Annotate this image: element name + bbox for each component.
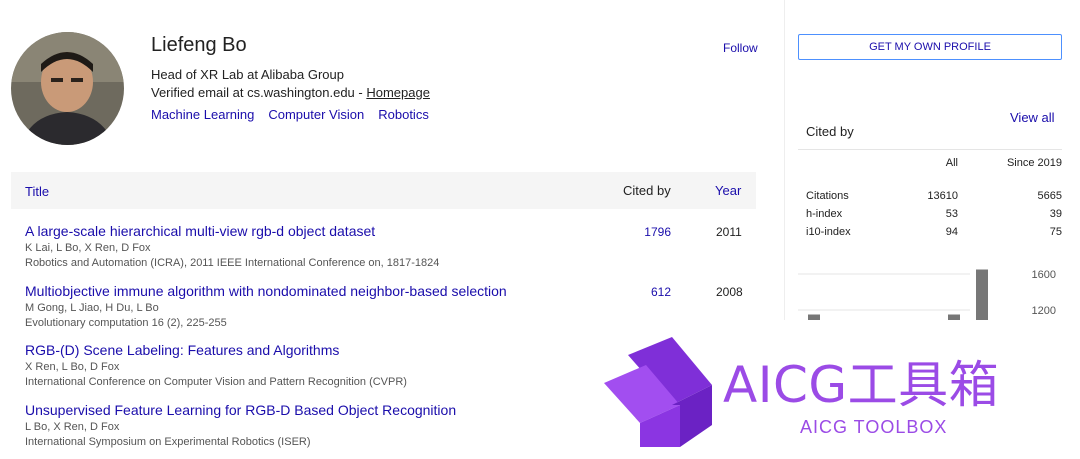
- watermark-subtitle: AICG TOOLBOX: [800, 417, 948, 437]
- article-row: Multiobjective immune algorithm with non…: [25, 283, 755, 329]
- follow-button[interactable]: Follow: [723, 41, 758, 55]
- interest-machine-learning[interactable]: Machine Learning: [151, 107, 254, 122]
- sort-by-title[interactable]: Title: [25, 184, 49, 199]
- article-venue: Robotics and Automation (ICRA), 2011 IEE…: [25, 257, 440, 269]
- cited-by-column-header: Cited by: [623, 183, 671, 198]
- homepage-link[interactable]: Homepage: [366, 85, 430, 100]
- stats-row-citations: Citations 13610 5665: [806, 190, 1062, 202]
- y-tick-1200: 1200: [1032, 305, 1056, 317]
- profile-name: Liefeng Bo: [151, 34, 247, 56]
- chart-bar[interactable]: [948, 314, 960, 321]
- article-year: 2011: [716, 225, 742, 239]
- chart-bar[interactable]: [808, 314, 820, 321]
- stats-header-since: Since 2019: [1006, 157, 1062, 169]
- stats-header-all: All: [945, 157, 958, 169]
- article-authors: M Gong, L Jiao, H Du, L Bo: [25, 302, 159, 314]
- article-year: 2008: [716, 285, 743, 299]
- stats-row-h-index: h-index 53 39: [806, 208, 1062, 220]
- article-venue: Evolutionary computation 16 (2), 225-255: [25, 317, 227, 329]
- interest-robotics[interactable]: Robotics: [378, 107, 429, 122]
- view-all-link[interactable]: View all: [1010, 110, 1055, 125]
- article-cited-count[interactable]: 612: [625, 285, 671, 299]
- citation-stats-table: All Since 2019 Citations 13610 5665 h-in…: [798, 157, 1062, 241]
- article-authors: K Lai, L Bo, X Ren, D Fox: [25, 242, 151, 254]
- sort-by-year[interactable]: Year: [715, 183, 741, 198]
- cited-by-heading: Cited by: [806, 124, 854, 139]
- verified-email: Verified email at cs.washington.edu -: [151, 85, 367, 100]
- articles-table-header: Title Cited by Year: [11, 172, 756, 209]
- y-tick-1600: 1600: [1032, 269, 1056, 281]
- column-divider: [784, 0, 785, 320]
- stats-divider: [798, 149, 1062, 150]
- get-my-own-profile-button[interactable]: GET MY OWN PROFILE: [798, 34, 1062, 60]
- article-row: A large-scale hierarchical multi-view rg…: [25, 223, 755, 269]
- research-interests: Machine Learning Computer Vision Robotic…: [151, 107, 429, 122]
- watermark-title: AICG工具箱: [723, 356, 1000, 414]
- profile-avatar: [11, 32, 124, 145]
- citations-per-year-chart: 1600 1200: [798, 269, 1056, 321]
- profile-email-line: Verified email at cs.washington.edu - Ho…: [151, 85, 430, 100]
- aicg-logo-icon: [604, 337, 712, 447]
- stats-row-i10-index: i10-index 94 75: [806, 226, 1062, 238]
- stats-header-row: All Since 2019: [798, 157, 1062, 177]
- chart-bar[interactable]: [976, 269, 988, 321]
- profile-affiliation: Head of XR Lab at Alibaba Group: [151, 67, 344, 82]
- article-cited-count[interactable]: 1796: [625, 225, 671, 239]
- interest-computer-vision[interactable]: Computer Vision: [268, 107, 364, 122]
- aicg-toolbox-watermark: AICG工具箱 AICG TOOLBOX: [600, 335, 1070, 455]
